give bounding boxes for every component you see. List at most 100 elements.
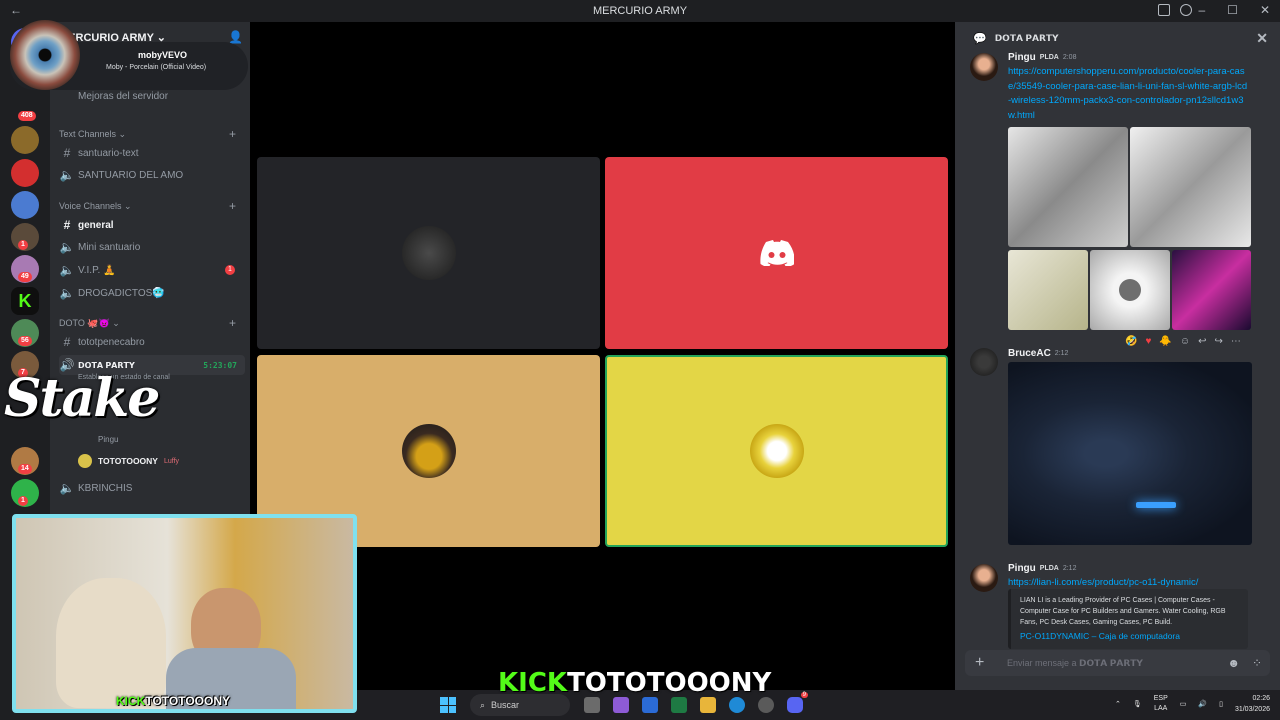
media-artist: mobyVEVO [138, 50, 188, 60]
channel-santuario-del-amo[interactable]: 🔈 SANTUARIO DEL AMO [59, 165, 245, 185]
add-channel-icon[interactable]: + [229, 127, 236, 141]
more-icon[interactable]: ⋯ [1231, 336, 1241, 347]
kick-server-icon[interactable]: K [11, 287, 39, 315]
attachment-video[interactable] [1090, 250, 1170, 330]
emoji-icon[interactable]: ☻ [1227, 656, 1240, 670]
avatar [749, 424, 804, 478]
category-text-channels[interactable]: Text Channels ⌄ + [59, 127, 236, 141]
inbox-icon[interactable] [1158, 4, 1170, 16]
chevron-up-icon[interactable]: ⌃ [1115, 700, 1121, 708]
voice-user[interactable]: Pingu [98, 435, 118, 444]
start-icon[interactable] [440, 697, 456, 713]
add-channel-icon[interactable]: + [229, 316, 236, 330]
avatar [401, 424, 456, 478]
attachment-image[interactable] [1008, 127, 1128, 247]
case-light [1136, 502, 1176, 508]
server-icon[interactable] [11, 191, 39, 219]
react-emoji-icon[interactable]: 🐥 [1159, 336, 1171, 347]
help-icon[interactable] [1180, 4, 1192, 16]
forward-icon[interactable]: ↪ [1214, 336, 1222, 347]
back-arrow-icon[interactable]: ← [10, 3, 22, 17]
file-explorer-icon[interactable] [700, 697, 716, 713]
kick-channel-overlay: KICKTOTOTOOONY [498, 668, 772, 698]
window-title: MERCURIO ARMY [592, 5, 688, 17]
voice-user[interactable]: TOTOTOOONY Luffy [78, 454, 179, 468]
obs-icon[interactable] [758, 697, 774, 713]
system-tray: ⌃ 🎙 ESP LAA ▭ 🔊 ▯ 02:26 31/03/2026 [1115, 693, 1270, 715]
participant-tile-speaking[interactable] [605, 355, 948, 547]
server-icon[interactable] [11, 126, 39, 154]
category-doto[interactable]: DOTO 🐙👿 ⌄ + [59, 316, 236, 330]
attach-plus-icon[interactable]: + [975, 654, 984, 672]
message-link[interactable]: https://computershopperu.com/producto/co… [1008, 65, 1248, 123]
speaker-icon: 🔈 [59, 286, 75, 300]
participant-tile[interactable] [605, 157, 948, 349]
attachment-video[interactable] [1008, 362, 1252, 545]
edge-icon[interactable] [729, 697, 745, 713]
avatar[interactable] [970, 564, 998, 592]
message-input[interactable]: + Enviar mensaje a 𝗗𝗢𝗧𝗔 𝗣𝗔𝗥𝗧𝗬 ☻ ⁘ [965, 650, 1270, 676]
channel-drogadictos[interactable]: 🔈 DROGADICTOS🥶 [59, 283, 245, 303]
channel-mini-santuario[interactable]: 🔈 Mini santuario [59, 237, 245, 257]
close-icon[interactable]: ✕ [1256, 30, 1268, 47]
battery-icon[interactable]: ▯ [1219, 700, 1223, 708]
embed-title[interactable]: PC-O11DYNAMIC – Caja de computadora [1020, 631, 1239, 642]
channel-general[interactable]: # general [59, 215, 245, 235]
hash-icon: # [63, 218, 71, 232]
message-author[interactable]: Pingu PLDA 2:12 [1008, 563, 1076, 574]
chat-title: 𝗗𝗢𝗧𝗔 𝗣𝗔𝗥𝗧𝗬 [994, 32, 1059, 43]
media-player-popup[interactable]: mobyVEVO Moby - Porcelain (Official Vide… [10, 20, 248, 90]
category-voice-channels[interactable]: Voice Channels ⌄ + [59, 199, 236, 213]
maximize-icon[interactable]: ☐ [1227, 3, 1238, 17]
volume-icon[interactable]: 🔊 [1198, 700, 1207, 708]
channel-santuario-text[interactable]: # santuario-text [59, 143, 245, 163]
unread-badge: 14 [18, 464, 32, 474]
network-icon[interactable]: ▭ [1180, 700, 1187, 708]
task-view-icon[interactable] [584, 697, 600, 713]
message-author[interactable]: Pingu PLDA 2:08 [1008, 52, 1076, 63]
reply-icon[interactable]: ↩ [1198, 336, 1206, 347]
webcam-overlay: KICKTOTOTOOONY [12, 514, 357, 713]
message-author[interactable]: BruceAC 2:12 [1008, 348, 1068, 359]
react-emoji-icon[interactable]: 🤣 [1125, 336, 1137, 347]
eye-thumbnail [10, 20, 80, 90]
play-icon[interactable] [1119, 279, 1141, 301]
webcam-kick-label: KICKTOTOTOOONY [116, 694, 231, 708]
unread-badge: 1 [18, 496, 28, 506]
attachment-image[interactable] [1008, 250, 1088, 330]
close-window-icon[interactable]: ✕ [1260, 3, 1270, 17]
server-icon[interactable] [11, 159, 39, 187]
speaker-icon: 🔈 [59, 240, 75, 254]
avatar [78, 454, 92, 468]
participant-tile[interactable] [257, 157, 600, 349]
search-icon: ⌕ [480, 699, 486, 710]
attachment-image[interactable] [1172, 250, 1251, 330]
window-titlebar: ← MERCURIO ARMY – ☐ ✕ [0, 0, 1280, 22]
message-actions: 🤣 ♥ 🐥 ☺ ↩ ↪ ⋯ [1125, 336, 1241, 347]
unread-badge: 408 [18, 111, 36, 121]
apps-icon[interactable]: ⁘ [1252, 656, 1262, 670]
app-icon[interactable] [613, 697, 629, 713]
discord-taskbar-icon[interactable]: 9 [787, 692, 808, 713]
clock[interactable]: 02:26 31/03/2026 [1235, 693, 1270, 715]
unread-badge: 1 [18, 240, 28, 250]
speaker-icon: 🔈 [59, 481, 75, 495]
add-channel-icon[interactable]: + [229, 199, 236, 213]
channel-tototpenecabro[interactable]: # tototpenecabro [59, 332, 245, 352]
minimize-icon[interactable]: – [1198, 3, 1205, 17]
channel-kbrinchis[interactable]: 🔈 KBRINCHIS [59, 478, 245, 498]
teddy-bear [56, 578, 166, 708]
attachment-image[interactable] [1130, 127, 1251, 247]
channel-vip[interactable]: 🔈 V.I.P. 🧘 1 [59, 260, 245, 280]
avatar[interactable] [970, 53, 998, 81]
unread-badge: 49 [18, 272, 32, 282]
react-heart-icon[interactable]: ♥ [1145, 336, 1151, 347]
avatar[interactable] [970, 348, 998, 376]
discord-logo-icon [759, 240, 794, 266]
add-reaction-icon[interactable]: ☺ [1180, 336, 1190, 347]
excel-icon[interactable] [671, 697, 687, 713]
word-icon[interactable] [642, 697, 658, 713]
chat-bubble-icon: 💬 [973, 32, 987, 45]
mic-icon[interactable]: 🎙 [1133, 700, 1142, 708]
language-indicator[interactable]: ESP LAA [1154, 694, 1168, 714]
